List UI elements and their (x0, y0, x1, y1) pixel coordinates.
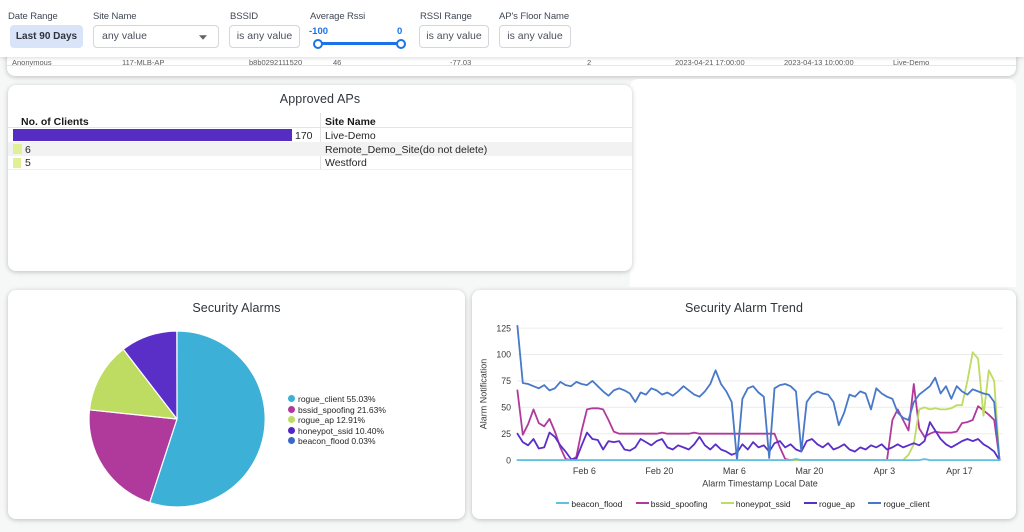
svg-text:Feb 20: Feb 20 (645, 466, 673, 476)
svg-text:75: 75 (501, 376, 511, 386)
svg-text:Feb 6: Feb 6 (573, 466, 596, 476)
svg-text:Mar 6: Mar 6 (723, 466, 746, 476)
svg-text:100: 100 (496, 350, 511, 360)
svg-text:Alarm Notification: Alarm Notification (479, 359, 489, 430)
svg-text:Alarm Timestamp Local Date: Alarm Timestamp Local Date (702, 479, 818, 489)
svg-text:0: 0 (506, 455, 511, 465)
svg-text:125: 125 (496, 323, 511, 333)
svg-text:Apr 3: Apr 3 (874, 466, 896, 476)
svg-text:50: 50 (501, 403, 511, 413)
svg-text:Mar 20: Mar 20 (795, 466, 823, 476)
svg-text:Apr 17: Apr 17 (946, 466, 973, 476)
svg-text:25: 25 (501, 429, 511, 439)
